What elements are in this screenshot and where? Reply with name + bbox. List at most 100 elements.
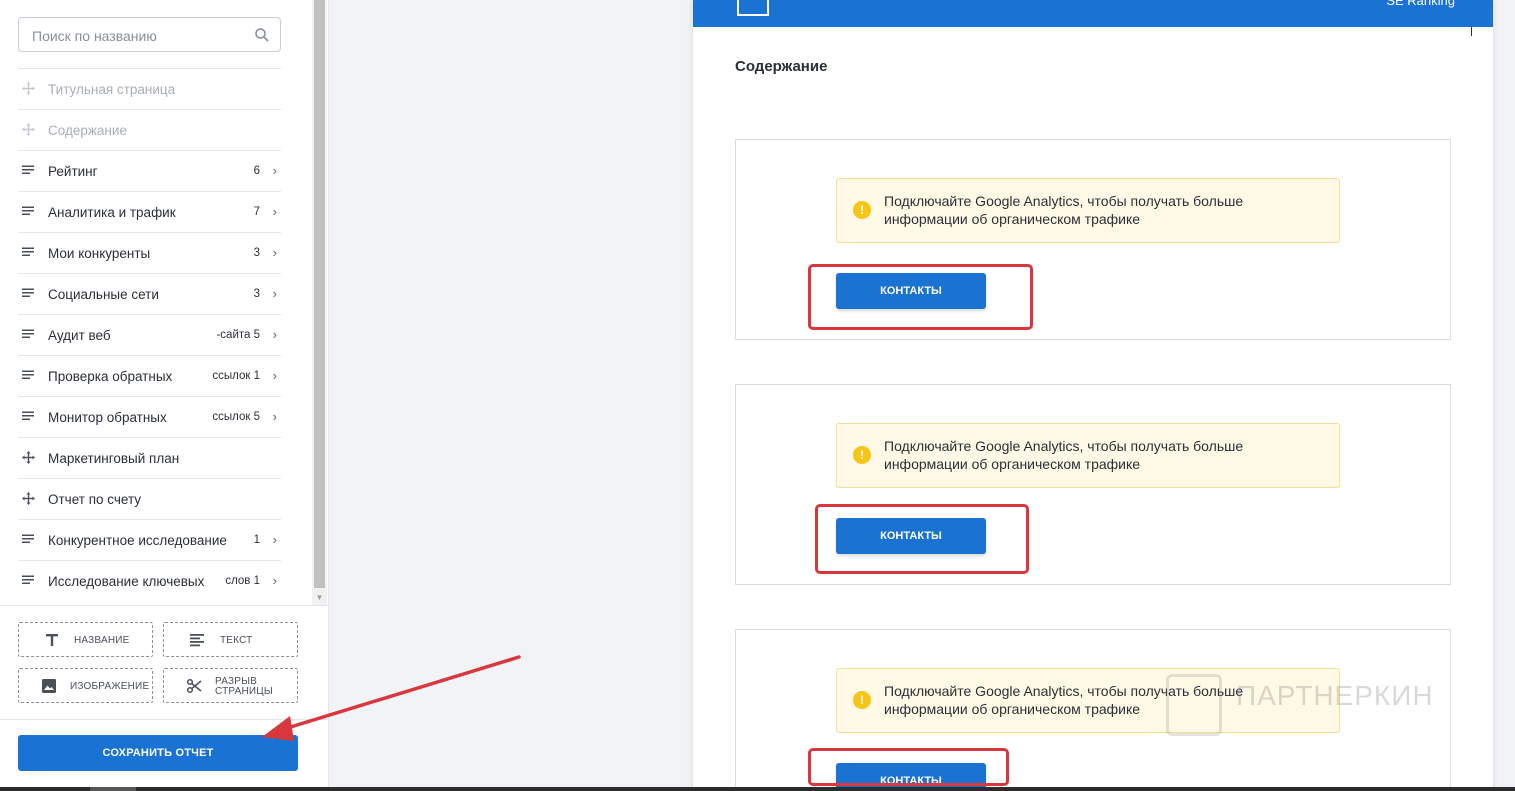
search-placeholder: Поиск по названию [32,28,157,44]
scissors-icon [186,678,202,694]
block-text-label: ТЕКСТ [220,635,253,646]
sidebar-section-item[interactable]: Содержание [18,109,281,150]
sidebar-section-label: Аналитика и трафик [48,205,176,220]
list-lines-icon [22,288,34,297]
text-lines-icon [190,634,204,647]
scroll-down-arrow-icon[interactable]: ▼ [312,590,327,605]
sidebar-section-count: слов 1 [225,575,260,587]
sidebar-section-item[interactable]: Проверка обратных ссылок 1 › [18,355,281,396]
alert-message: Подключайте Google Analytics, чтобы полу… [884,437,1324,473]
sidebar-section-item[interactable]: Титульная страница [18,68,281,109]
add-page-break-button[interactable]: РАЗРЫВ СТРАНИЦЫ [163,668,298,703]
list-lines-icon [22,206,34,215]
title-t-icon [46,634,58,646]
alert-message: Подключайте Google Analytics, чтобы полу… [884,192,1324,228]
taskbar-item [90,787,136,791]
sidebar-section-count: 3 [253,247,260,259]
chevron-right-icon[interactable]: › [273,532,277,547]
sidebar-section-item[interactable]: Отчет по счету [18,478,281,519]
sidebar-section-label: Проверка обратных [48,369,173,384]
block-page-break-label-2: СТРАНИЦЫ [215,686,273,697]
sidebar-section-label: Маркетинговый план [48,451,180,466]
chevron-right-icon[interactable]: › [273,163,277,178]
chevron-right-icon[interactable]: › [273,327,277,342]
drag-move-icon[interactable] [22,451,35,464]
drag-move-icon[interactable] [22,82,35,95]
sidebar-section-label: Конкурентное исследование [48,533,227,548]
report-page-preview: SE Ranking Содержание ! Подключайте Goog… [693,0,1493,791]
sidebar-section-item[interactable]: Мои конкуренты 3 › [18,232,281,273]
list-lines-icon [22,370,34,379]
sidebar-section-count: 3 [253,288,260,300]
alert-message-line: Подключайте Google Analytics, чтобы полу… [884,193,1244,209]
sidebar-section-label: Содержание [48,123,127,138]
sidebar-section-label: Социальные сети [48,287,159,302]
analytics-warning-alert: ! Подключайте Google Analytics, чтобы по… [836,178,1340,243]
sections-scroll-area: Поиск по названию Титульная страница Сод… [0,0,312,605]
sidebar-section-item[interactable]: Аналитика и трафик 7 › [18,191,281,232]
scrollbar-thumb[interactable] [314,0,325,588]
sidebar-section-count: ссылок 1 [212,370,260,382]
sidebar-section-label: Монитор обратных [48,410,167,425]
sidebar-section-label: Рейтинг [48,164,98,179]
report-builder-sidebar: Поиск по названию Титульная страница Сод… [0,0,329,791]
add-text-block-button[interactable]: ТЕКСТ [163,622,298,657]
divider [0,719,329,720]
list-lines-icon [22,534,34,543]
sidebar-section-item[interactable]: Рейтинг 6 › [18,150,281,191]
watermark-logo-icon [1166,674,1222,736]
sidebar-section-item[interactable]: Маркетинговый план [18,437,281,478]
block-title-label: НАЗВАНИЕ [74,635,130,646]
warning-icon: ! [853,446,871,464]
chevron-right-icon[interactable]: › [273,245,277,260]
sidebar-section-count: 6 [253,165,260,177]
sidebar-section-item[interactable]: Социальные сети 3 › [18,273,281,314]
sidebar-section-count: 1 [253,534,260,546]
warning-icon: ! [853,201,871,219]
save-report-button[interactable]: СОХРАНИТЬ ОТЧЕТ [18,735,298,771]
taskbar-edge [0,787,1515,791]
alert-message-line: информации об органическом трафике [884,211,1141,227]
list-lines-icon [22,411,34,420]
drag-move-icon[interactable] [22,123,35,136]
list-lines-icon [22,247,34,256]
chevron-right-icon[interactable]: › [273,204,277,219]
image-icon [42,679,56,693]
sidebar-section-item[interactable]: Аудит веб -сайта 5 › [18,314,281,355]
highlight-box [808,748,1009,786]
alert-message-line: информации об органическом трафике [884,456,1141,472]
sidebar-section-label: Мои конкуренты [48,246,151,261]
sidebar-section-label: Титульная страница [48,82,176,97]
sidebar-section-item[interactable]: Исследование ключевых слов 1 › [18,560,281,601]
add-title-block-button[interactable]: НАЗВАНИЕ [18,622,153,657]
highlight-box [808,264,1033,330]
watermark-text: ПАРТНЕРКИН [1236,680,1434,711]
sidebar-section-count: ссылок 5 [212,411,260,423]
report-logo-icon [737,0,769,16]
warning-icon: ! [853,691,871,709]
search-icon[interactable] [254,27,270,43]
chevron-right-icon[interactable]: › [273,409,277,424]
page-title: Содержание [735,58,828,75]
list-lines-icon [22,575,34,584]
chevron-right-icon[interactable]: › [273,573,277,588]
drag-move-icon[interactable] [22,492,35,505]
highlight-box [815,504,1029,574]
search-input[interactable]: Поиск по названию [18,17,281,52]
sidebar-section-label: Отчет по счету [48,492,142,507]
chevron-right-icon[interactable]: › [273,368,277,383]
sidebar-section-item[interactable]: Конкурентное исследование 1 › [18,519,281,560]
chevron-right-icon[interactable]: › [273,286,277,301]
analytics-warning-alert: ! Подключайте Google Analytics, чтобы по… [836,423,1340,488]
report-header: SE Ranking [693,0,1493,27]
block-image-label: ИЗОБРАЖЕНИЕ [70,681,150,692]
sidebar-section-item[interactable]: Монитор обратных ссылок 5 › [18,396,281,437]
add-image-block-button[interactable]: ИЗОБРАЖЕНИЕ [18,668,153,703]
sidebar-section-label: Аудит веб [48,328,111,343]
alert-message-line: Подключайте Google Analytics, чтобы полу… [884,438,1244,454]
sidebar-section-count: 7 [253,206,260,218]
list-lines-icon [22,329,34,338]
sidebar-section-count: -сайта 5 [216,329,260,341]
sidebar-section-label: Исследование ключевых [48,574,205,589]
divider [0,605,329,606]
